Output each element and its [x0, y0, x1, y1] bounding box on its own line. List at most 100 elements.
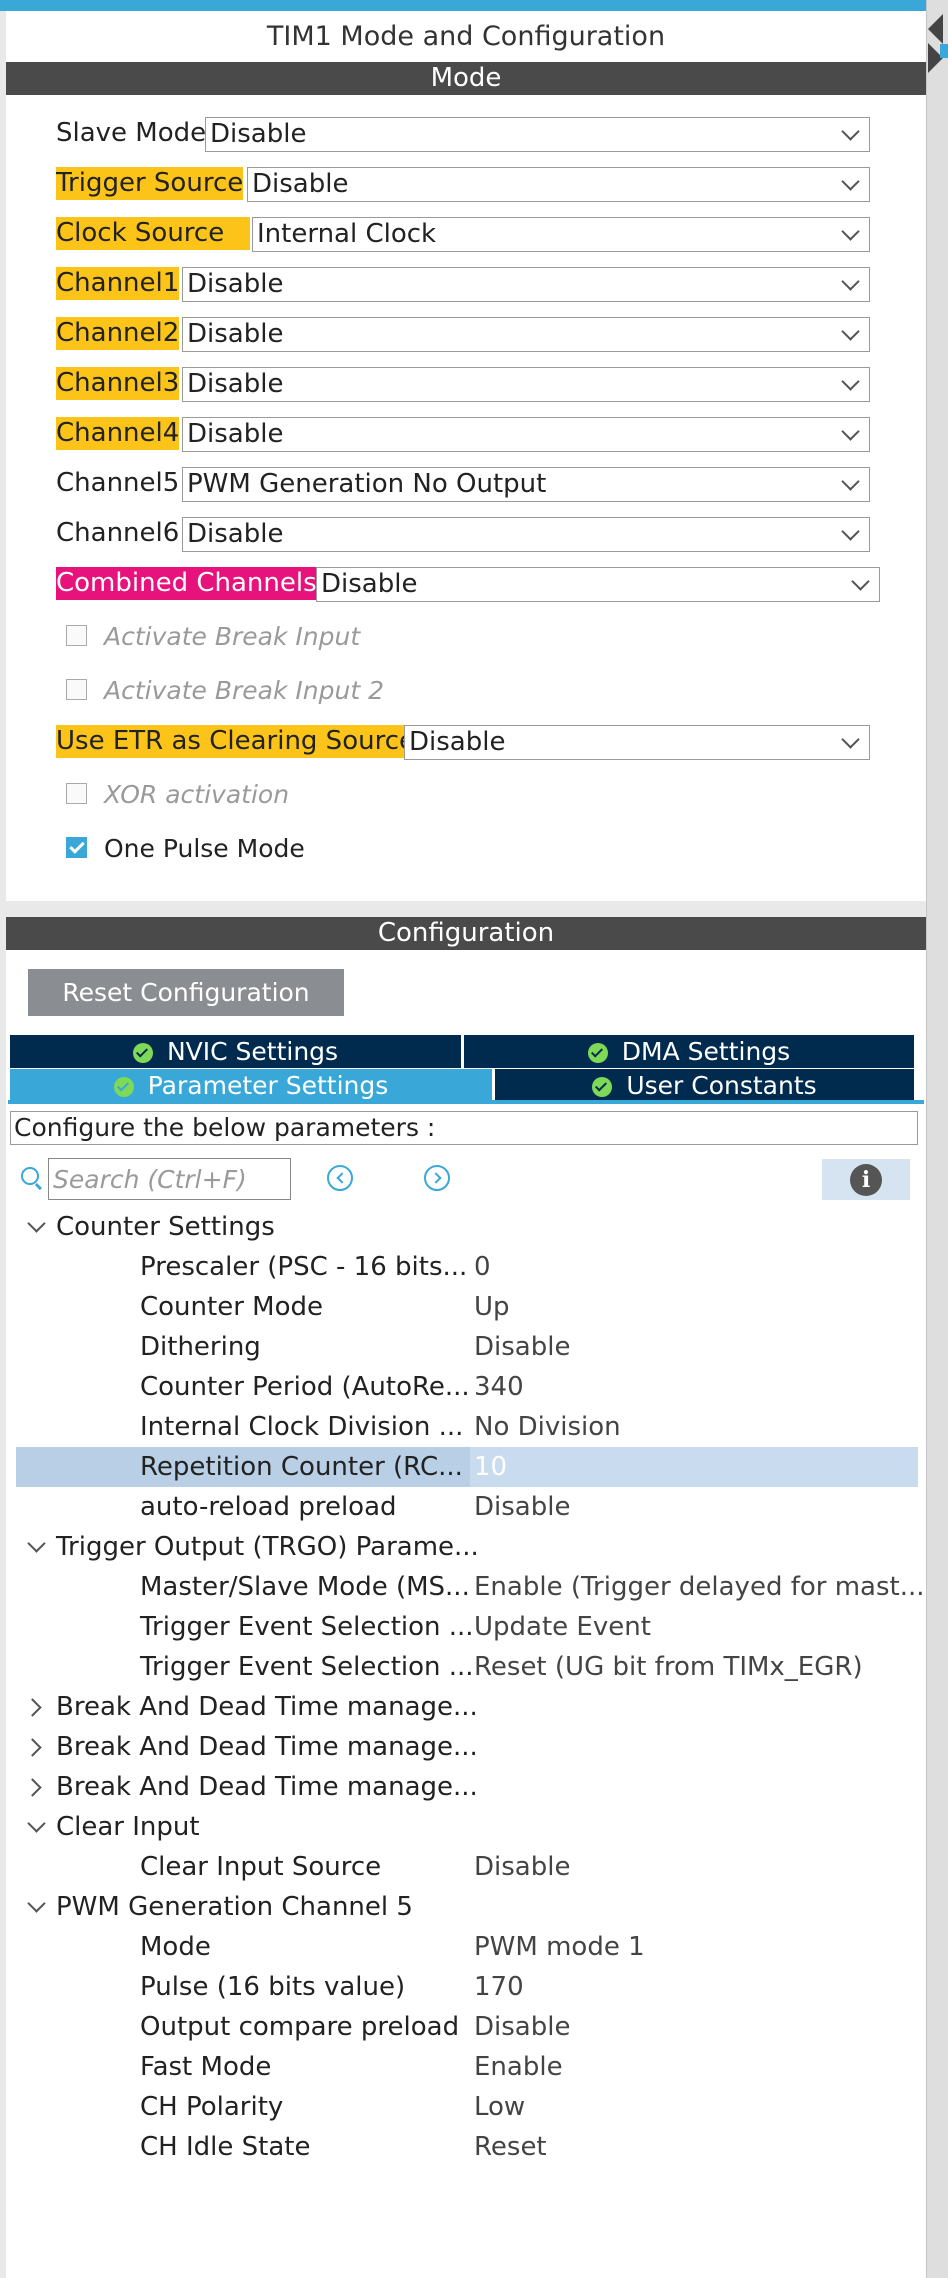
tree-group-pwm-channel-5[interactable]: PWM Generation Channel 5 [16, 1887, 914, 1927]
channel1-value: Disable [187, 269, 284, 299]
table-row-selected[interactable]: Repetition Counter (RC... 10 [16, 1447, 918, 1487]
one-pulse-mode-label: One Pulse Mode [104, 834, 305, 863]
param-value[interactable]: Reset (UG bit from TIMx_EGR) [474, 1647, 863, 1687]
param-name: Master/Slave Mode (MS... [140, 1572, 470, 1602]
checkbox-checked-icon[interactable] [66, 837, 87, 858]
channel1-select[interactable]: Disable [182, 267, 870, 302]
param-value[interactable]: Reset [474, 2127, 547, 2167]
tab-label: User Constants [626, 1071, 817, 1100]
tree-group-break-dead-time-3[interactable]: Break And Dead Time manage... [16, 1767, 914, 1807]
info-button[interactable]: i [822, 1159, 910, 1200]
slave-mode-value: Disable [210, 119, 307, 149]
chevron-down-icon [841, 422, 860, 441]
mode-panel: TIM1 Mode and Configuration Mode Slave M… [6, 11, 926, 901]
reset-configuration-button[interactable]: Reset Configuration [28, 969, 344, 1016]
param-name: CH Polarity [140, 2092, 284, 2122]
combined-channels-label: Combined Channels [56, 567, 317, 600]
channel5-select[interactable]: PWM Generation No Output [182, 467, 870, 502]
tree-group-counter-settings[interactable]: Counter Settings [16, 1207, 914, 1247]
tab-nvic-settings[interactable]: NVIC Settings [10, 1035, 461, 1068]
configure-parameters-label: Configure the below parameters : [10, 1111, 918, 1145]
chevron-down-icon[interactable] [27, 1534, 46, 1553]
table-row[interactable]: Mode PWM mode 1 [16, 1927, 914, 1967]
tab-user-constants[interactable]: User Constants [495, 1069, 914, 1102]
param-value[interactable]: Low [474, 2087, 525, 2127]
param-value[interactable]: 340 [474, 1367, 524, 1407]
tab-dma-settings[interactable]: DMA Settings [464, 1035, 914, 1068]
param-name: Output compare preload [140, 2012, 460, 2042]
group-title: Break And Dead Time manage... [56, 1772, 478, 1802]
param-value[interactable]: Update Event [474, 1607, 651, 1647]
chevron-right-icon[interactable] [23, 1738, 42, 1757]
channel4-select[interactable]: Disable [182, 417, 870, 452]
param-value[interactable]: Disable [474, 1327, 570, 1367]
param-value[interactable]: PWM mode 1 [474, 1927, 645, 1967]
chevron-right-icon[interactable] [23, 1778, 42, 1797]
tab-parameter-settings[interactable]: Parameter Settings [10, 1069, 492, 1102]
next-result-icon[interactable] [424, 1165, 450, 1191]
channel3-select[interactable]: Disable [182, 367, 870, 402]
table-row[interactable]: Counter Mode Up [16, 1287, 914, 1327]
previous-result-icon[interactable] [327, 1165, 353, 1191]
param-value[interactable]: Enable [474, 2047, 563, 2087]
search-input[interactable] [48, 1158, 291, 1200]
table-row[interactable]: Trigger Event Selection ... Reset (UG bi… [16, 1647, 914, 1687]
tree-group-trigger-output[interactable]: Trigger Output (TRGO) Parame... [16, 1527, 914, 1567]
table-row[interactable]: Clear Input Source Disable [16, 1847, 914, 1887]
tree-group-break-dead-time-1[interactable]: Break And Dead Time manage... [16, 1687, 914, 1727]
chevron-down-icon [841, 272, 860, 291]
param-value[interactable]: Disable [474, 1847, 570, 1887]
param-value[interactable]: Enable (Trigger delayed for mast... [474, 1567, 925, 1607]
table-row[interactable]: Trigger Event Selection ... Update Event [16, 1607, 914, 1647]
param-name: Counter Period (AutoRe... [140, 1372, 470, 1402]
use-etr-select[interactable]: Disable [404, 725, 870, 760]
trigger-source-select[interactable]: Disable [247, 167, 870, 202]
param-name: Fast Mode [140, 2052, 272, 2082]
page-title: TIM1 Mode and Configuration [266, 21, 666, 52]
checkbox-icon[interactable] [66, 679, 87, 700]
checkbox-icon[interactable] [66, 783, 87, 804]
table-row[interactable]: Fast Mode Enable [16, 2047, 914, 2087]
table-row[interactable]: CH Polarity Low [16, 2087, 914, 2127]
param-value[interactable]: 0 [474, 1247, 491, 1287]
table-row[interactable]: Output compare preload Disable [16, 2007, 914, 2047]
param-value-editing[interactable]: 10 [470, 1447, 918, 1487]
chevron-down-icon[interactable] [27, 1214, 46, 1233]
combined-channels-select[interactable]: Disable [316, 567, 880, 602]
group-title: Break And Dead Time manage... [56, 1692, 478, 1722]
chevron-right-icon[interactable] [23, 1698, 42, 1717]
tab-label: DMA Settings [621, 1037, 791, 1066]
param-value[interactable]: 170 [474, 1967, 524, 2007]
group-title: Break And Dead Time manage... [56, 1732, 478, 1762]
checkbox-icon[interactable] [66, 625, 87, 646]
slave-mode-select[interactable]: Disable [205, 117, 870, 152]
side-collapse-handle[interactable] [926, 0, 948, 2278]
param-value[interactable]: Up [474, 1287, 510, 1327]
param-value[interactable]: Disable [474, 1487, 570, 1527]
chevron-down-icon[interactable] [27, 1814, 46, 1833]
table-row[interactable]: auto-reload preload Disable [16, 1487, 914, 1527]
clock-source-label: Clock Source [56, 217, 250, 250]
group-title: Trigger Output (TRGO) Parame... [56, 1532, 479, 1562]
param-value[interactable]: No Division [474, 1407, 621, 1447]
collapse-left-icon[interactable] [928, 14, 943, 44]
table-row[interactable]: Prescaler (PSC - 16 bits... 0 [16, 1247, 914, 1287]
slave-mode-label: Slave Mode [56, 118, 207, 148]
table-row[interactable]: Internal Clock Division ... No Division [16, 1407, 914, 1447]
tree-group-break-dead-time-2[interactable]: Break And Dead Time manage... [16, 1727, 914, 1767]
clock-source-select[interactable]: Internal Clock [252, 217, 870, 252]
channel2-select[interactable]: Disable [182, 317, 870, 352]
param-name: Mode [140, 1932, 211, 1962]
table-row[interactable]: Counter Period (AutoRe... 340 [16, 1367, 914, 1407]
table-row[interactable]: CH Idle State Reset [16, 2127, 914, 2167]
channel6-select[interactable]: Disable [182, 517, 870, 552]
table-row[interactable]: Pulse (16 bits value) 170 [16, 1967, 914, 2007]
param-value[interactable]: Disable [474, 2007, 570, 2047]
table-row[interactable]: Dithering Disable [16, 1327, 914, 1367]
info-icon: i [850, 1164, 882, 1196]
tree-group-clear-input[interactable]: Clear Input [16, 1807, 914, 1847]
param-name: Pulse (16 bits value) [140, 1972, 406, 2002]
table-row[interactable]: Master/Slave Mode (MS... Enable (Trigger… [16, 1567, 925, 1607]
tab-underline [8, 1100, 924, 1104]
chevron-down-icon[interactable] [27, 1894, 46, 1913]
